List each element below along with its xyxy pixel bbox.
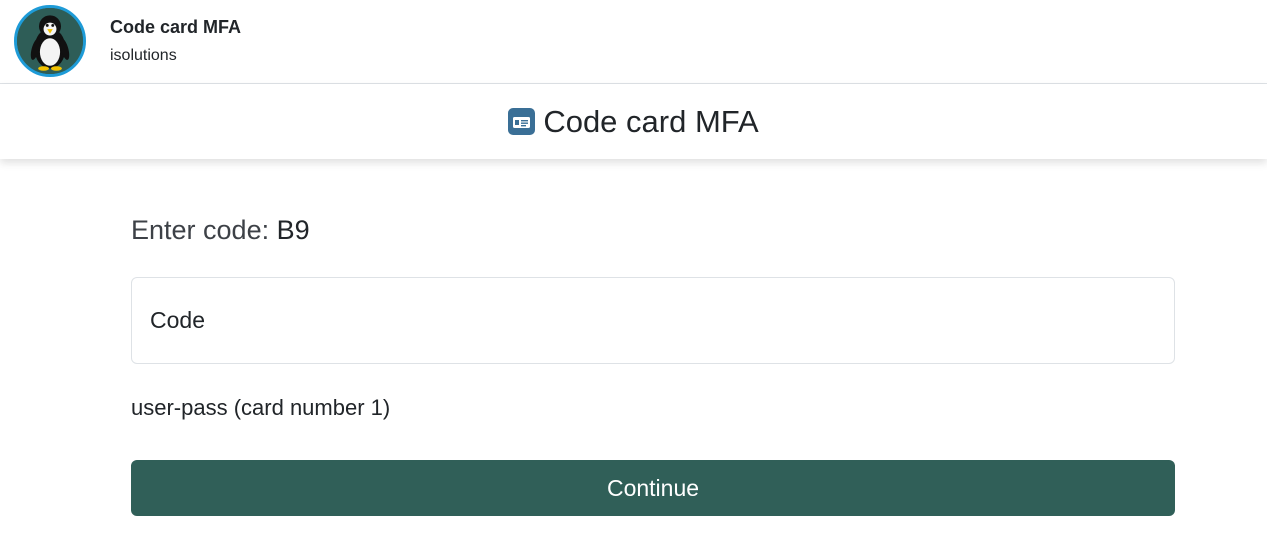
app-title: Code card MFA bbox=[110, 17, 242, 37]
code-prompt-value: B9 bbox=[276, 215, 310, 245]
penguin-icon bbox=[14, 5, 86, 77]
page-heading: Code card MFA bbox=[508, 103, 759, 140]
page-title: Code card MFA bbox=[543, 103, 759, 139]
code-input[interactable] bbox=[131, 277, 1175, 364]
code-prompt-label: Enter code: bbox=[131, 215, 270, 245]
app-subtitle: isolutions bbox=[110, 47, 177, 64]
continue-button[interactable]: Continue bbox=[131, 460, 1175, 516]
id-card-icon bbox=[508, 108, 536, 135]
code-prompt: Enter code: B9 bbox=[131, 215, 310, 246]
page-heading-bar: Code card MFA bbox=[0, 84, 1267, 159]
card-info-text: user-pass (card number 1) bbox=[131, 395, 391, 420]
top-header: Code card MFA isolutions bbox=[0, 0, 1267, 84]
